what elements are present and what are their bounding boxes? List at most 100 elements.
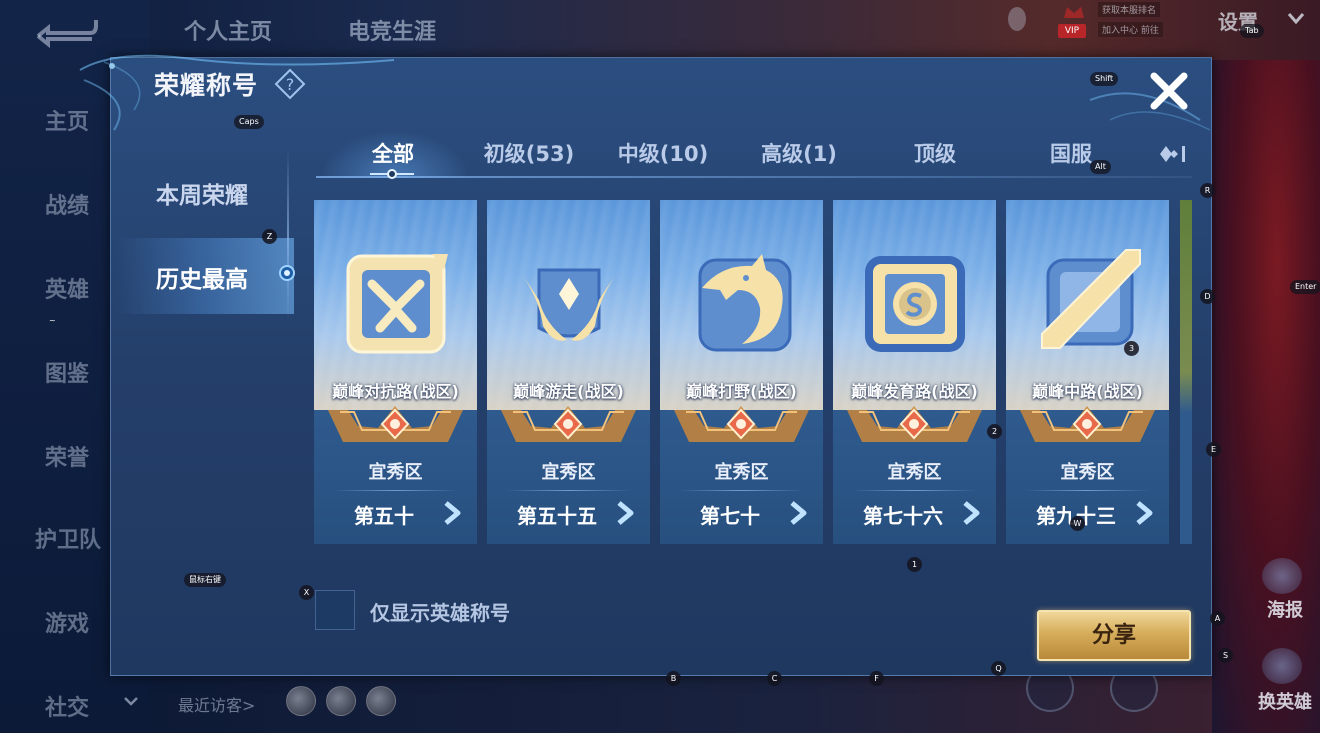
card-title-name: 巅峰发育路(战区) bbox=[851, 382, 978, 401]
left-divider bbox=[287, 150, 289, 320]
poster-icon[interactable] bbox=[1262, 558, 1302, 594]
crossed-swords-emblem-icon bbox=[346, 254, 448, 354]
next-card-peek[interactable] bbox=[1180, 200, 1192, 544]
chevron-right-icon[interactable] bbox=[440, 500, 466, 526]
card-region: 宜秀区 bbox=[714, 462, 769, 483]
hero-title-only-checkbox[interactable] bbox=[315, 590, 355, 630]
chevron-right-icon[interactable] bbox=[786, 500, 812, 526]
tab-advanced[interactable]: 高级(1) bbox=[744, 138, 854, 168]
key-hint-caps: Caps bbox=[234, 115, 264, 129]
rank-hint-text[interactable]: 获取本服排名 bbox=[1098, 2, 1161, 17]
title-card[interactable]: 巅峰中路(战区) 宜秀区 第九十三 bbox=[1006, 200, 1169, 544]
help-icon[interactable]: ? bbox=[274, 68, 306, 100]
key-hint-f: F bbox=[869, 671, 884, 686]
key-hint-mouse-right: 鼠标右键 bbox=[184, 573, 226, 587]
key-hint-c: C bbox=[767, 671, 782, 686]
key-hint-e: E bbox=[1206, 442, 1221, 457]
social-chevron-icon[interactable] bbox=[122, 692, 140, 710]
card-separator bbox=[332, 490, 459, 491]
tab-history-best[interactable]: 历史最高 bbox=[150, 260, 280, 294]
key-hint-enter: Enter bbox=[1290, 280, 1320, 294]
nav-record[interactable]: 战绩 bbox=[42, 188, 92, 220]
visitor-avatar[interactable] bbox=[286, 686, 316, 716]
visitor-avatar[interactable] bbox=[366, 686, 396, 716]
card-title-name: 巅峰中路(战区) bbox=[1032, 382, 1143, 401]
card-title-name: 巅峰打野(战区) bbox=[686, 382, 797, 401]
rank-badge-icon bbox=[1020, 406, 1155, 442]
card-rank: 第七十六 bbox=[863, 504, 943, 528]
card-rank: 第七十 bbox=[700, 504, 760, 528]
hero-title-only-label[interactable]: 仅显示英雄称号 bbox=[370, 597, 510, 626]
key-hint-a: A bbox=[1210, 611, 1225, 626]
penguin-icon[interactable] bbox=[1002, 4, 1032, 34]
rank-badge-icon bbox=[501, 406, 636, 442]
card-title-name: 巅峰游走(战区) bbox=[513, 382, 624, 401]
more-tabs-icon[interactable] bbox=[1158, 142, 1186, 166]
card-separator bbox=[678, 490, 805, 491]
key-hint-2: 2 bbox=[987, 424, 1002, 439]
key-hint-alt: Alt bbox=[1090, 160, 1111, 174]
tab-weekly-honor[interactable]: 本周荣耀 bbox=[150, 176, 280, 210]
chevron-right-icon[interactable] bbox=[613, 500, 639, 526]
vip-badge: VIP bbox=[1058, 24, 1086, 38]
key-hint-d: D bbox=[1200, 289, 1215, 304]
swap-hero-button[interactable]: 换英雄 bbox=[1250, 688, 1320, 714]
svg-text:?: ? bbox=[286, 75, 295, 94]
panel-title: 荣耀称号 bbox=[154, 71, 259, 100]
nav-codex[interactable]: 图鉴 bbox=[42, 356, 92, 388]
title-card[interactable]: 巅峰打野(战区) 宜秀区 第七十 bbox=[660, 200, 823, 544]
key-hint-z: Z bbox=[262, 229, 277, 244]
key-hint-r: R bbox=[1200, 183, 1215, 198]
rank-badge-icon bbox=[328, 406, 463, 442]
nav-heroes[interactable]: 英雄 bbox=[42, 272, 92, 304]
nav-game[interactable]: 游戏 bbox=[42, 606, 92, 638]
card-separator bbox=[505, 490, 632, 491]
tab-underline bbox=[316, 176, 1192, 178]
key-hint-3: 3 bbox=[1124, 341, 1139, 356]
card-region: 宜秀区 bbox=[368, 462, 423, 483]
recent-visitors-link[interactable]: 最近访客> bbox=[178, 692, 255, 716]
chevron-down-icon[interactable] bbox=[1286, 10, 1306, 26]
card-region: 宜秀区 bbox=[1060, 462, 1115, 483]
rank-badge-icon bbox=[847, 406, 982, 442]
key-hint-b: B bbox=[666, 671, 681, 686]
tab-intermediate[interactable]: 中级(10) bbox=[604, 138, 722, 168]
join-center-text[interactable]: 加入中心 前往 bbox=[1098, 22, 1163, 37]
card-region: 宜秀区 bbox=[541, 462, 596, 483]
visitor-avatar[interactable] bbox=[326, 686, 356, 716]
key-hint-tilde: ~ bbox=[49, 316, 56, 325]
share-button[interactable]: 分享 bbox=[1037, 610, 1191, 661]
title-card-list[interactable]: 巅峰对抗路(战区) 宜秀区 第五十 巅峰游走(战区) 宜秀区 第五十五 巅峰打野… bbox=[314, 200, 1192, 546]
winged-emblem-icon bbox=[517, 268, 621, 341]
vip-crown-icon bbox=[1064, 7, 1084, 18]
tab-beginner[interactable]: 初级(53) bbox=[470, 138, 588, 168]
key-hint-1: 1 bbox=[907, 557, 922, 572]
dragon-emblem-icon bbox=[698, 254, 792, 352]
tab-all[interactable]: 全部 bbox=[352, 138, 434, 168]
tab-top[interactable]: 顶级 bbox=[890, 138, 980, 168]
title-card[interactable]: 巅峰游走(战区) 宜秀区 第五十五 bbox=[487, 200, 650, 544]
background-hero-art bbox=[1212, 60, 1320, 733]
chevron-right-icon[interactable] bbox=[959, 500, 985, 526]
swap-hero-icon[interactable] bbox=[1262, 648, 1302, 684]
poster-button[interactable]: 海报 bbox=[1250, 596, 1320, 622]
chevron-right-icon[interactable] bbox=[1132, 500, 1158, 526]
key-hint-shift: Shift bbox=[1090, 72, 1119, 86]
key-hint-x: X bbox=[299, 585, 314, 600]
title-card[interactable]: 巅峰对抗路(战区) 宜秀区 第五十 bbox=[314, 200, 477, 544]
close-icon[interactable] bbox=[1148, 70, 1190, 112]
card-rank: 第五十 bbox=[354, 504, 414, 528]
nav-social[interactable]: 社交 bbox=[42, 690, 92, 722]
card-region: 宜秀区 bbox=[887, 462, 942, 483]
card-separator bbox=[851, 490, 978, 491]
nav-guard-team[interactable]: 护卫队 bbox=[30, 522, 106, 554]
left-tab-indicator bbox=[279, 265, 295, 281]
key-hint-s: S bbox=[1218, 648, 1233, 663]
card-rank: 第五十五 bbox=[517, 504, 597, 528]
nav-honor[interactable]: 荣誉 bbox=[42, 440, 92, 472]
tab-active-indicator bbox=[370, 169, 414, 179]
key-hint-q: Q bbox=[991, 661, 1006, 676]
key-hint-w: W bbox=[1070, 516, 1085, 531]
card-title-name: 巅峰对抗路(战区) bbox=[332, 382, 459, 401]
title-card[interactable]: 巅峰发育路(战区) 宜秀区 第七十六 bbox=[833, 200, 996, 544]
